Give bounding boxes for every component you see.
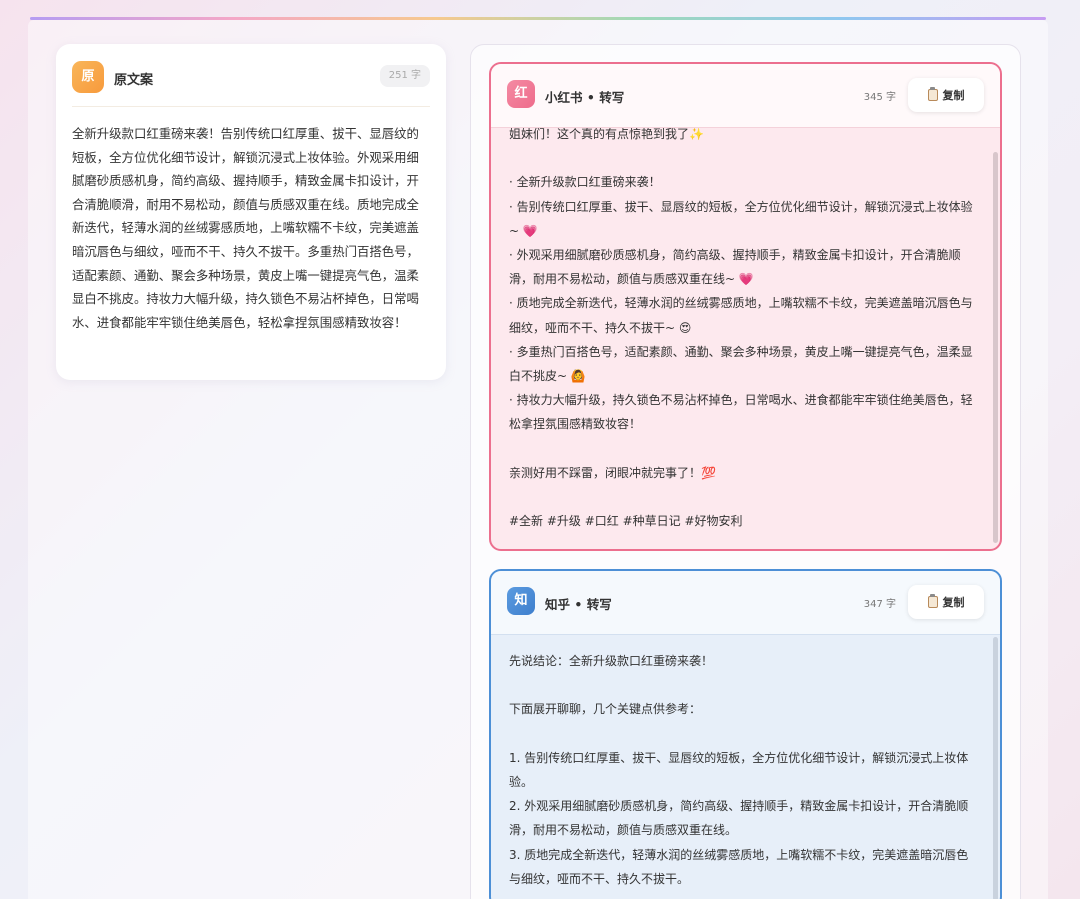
original-copy-card: 原 原文案 251 字 全新升级款口红重磅来袭！告别传统口红厚重、拔干、显唇纹的… [56,44,446,380]
xiaohongshu-card-header: 红 小红书 • 转写 345 字 复制 [491,64,1000,128]
original-copy-text: 全新升级款口红重磅来袭！告别传统口红厚重、拔干、显唇纹的短板，全方位优化细节设计… [72,126,419,330]
xiaohongshu-rewrite-text[interactable]: 姐妹们！这个真的有点惊艳到我了✨ · 全新升级款口红重磅来袭！ · 告别传统口红… [509,122,978,533]
original-char-count-badge: 251 字 [379,65,430,87]
divider [72,106,430,107]
xiaohongshu-scrollbar[interactable] [993,152,998,543]
zhihu-scrollbar[interactable] [993,637,998,899]
zhihu-copy-button[interactable]: 复制 [908,585,984,619]
zhihu-rewrite-card: 知 知乎 • 转写 347 字 复制 先说结论：全新升级款口红重磅来袭！ 下面展… [489,569,1002,899]
xiaohongshu-avatar-icon: 红 [507,80,535,108]
original-card-header: 原 原文案 251 字 [72,61,430,95]
copy-button-label: 复制 [942,596,965,609]
zhihu-card-header: 知 知乎 • 转写 347 字 复制 [491,571,1000,635]
copy-button-label: 复制 [942,89,965,102]
xiaohongshu-card-title: 小红书 • 转写 [545,90,625,105]
xiaohongshu-char-count: 345 字 [863,92,896,103]
zhihu-card-title: 知乎 • 转写 [545,597,612,612]
zhihu-char-count: 347 字 [863,599,896,610]
clipboard-icon [927,594,938,608]
zhihu-avatar-icon: 知 [507,587,535,615]
xiaohongshu-copy-button[interactable]: 复制 [908,78,984,112]
original-avatar-icon: 原 [72,61,104,93]
xiaohongshu-rewrite-card: 姐妹们！这个真的有点惊艳到我了✨ · 全新升级款口红重磅来袭！ · 告别传统口红… [489,62,1002,551]
zhihu-rewrite-text[interactable]: 先说结论：全新升级款口红重磅来袭！ 下面展开聊聊，几个关键点供参考： 1. 告别… [509,649,978,891]
clipboard-icon [927,87,938,101]
original-card-title: 原文案 [114,73,154,88]
